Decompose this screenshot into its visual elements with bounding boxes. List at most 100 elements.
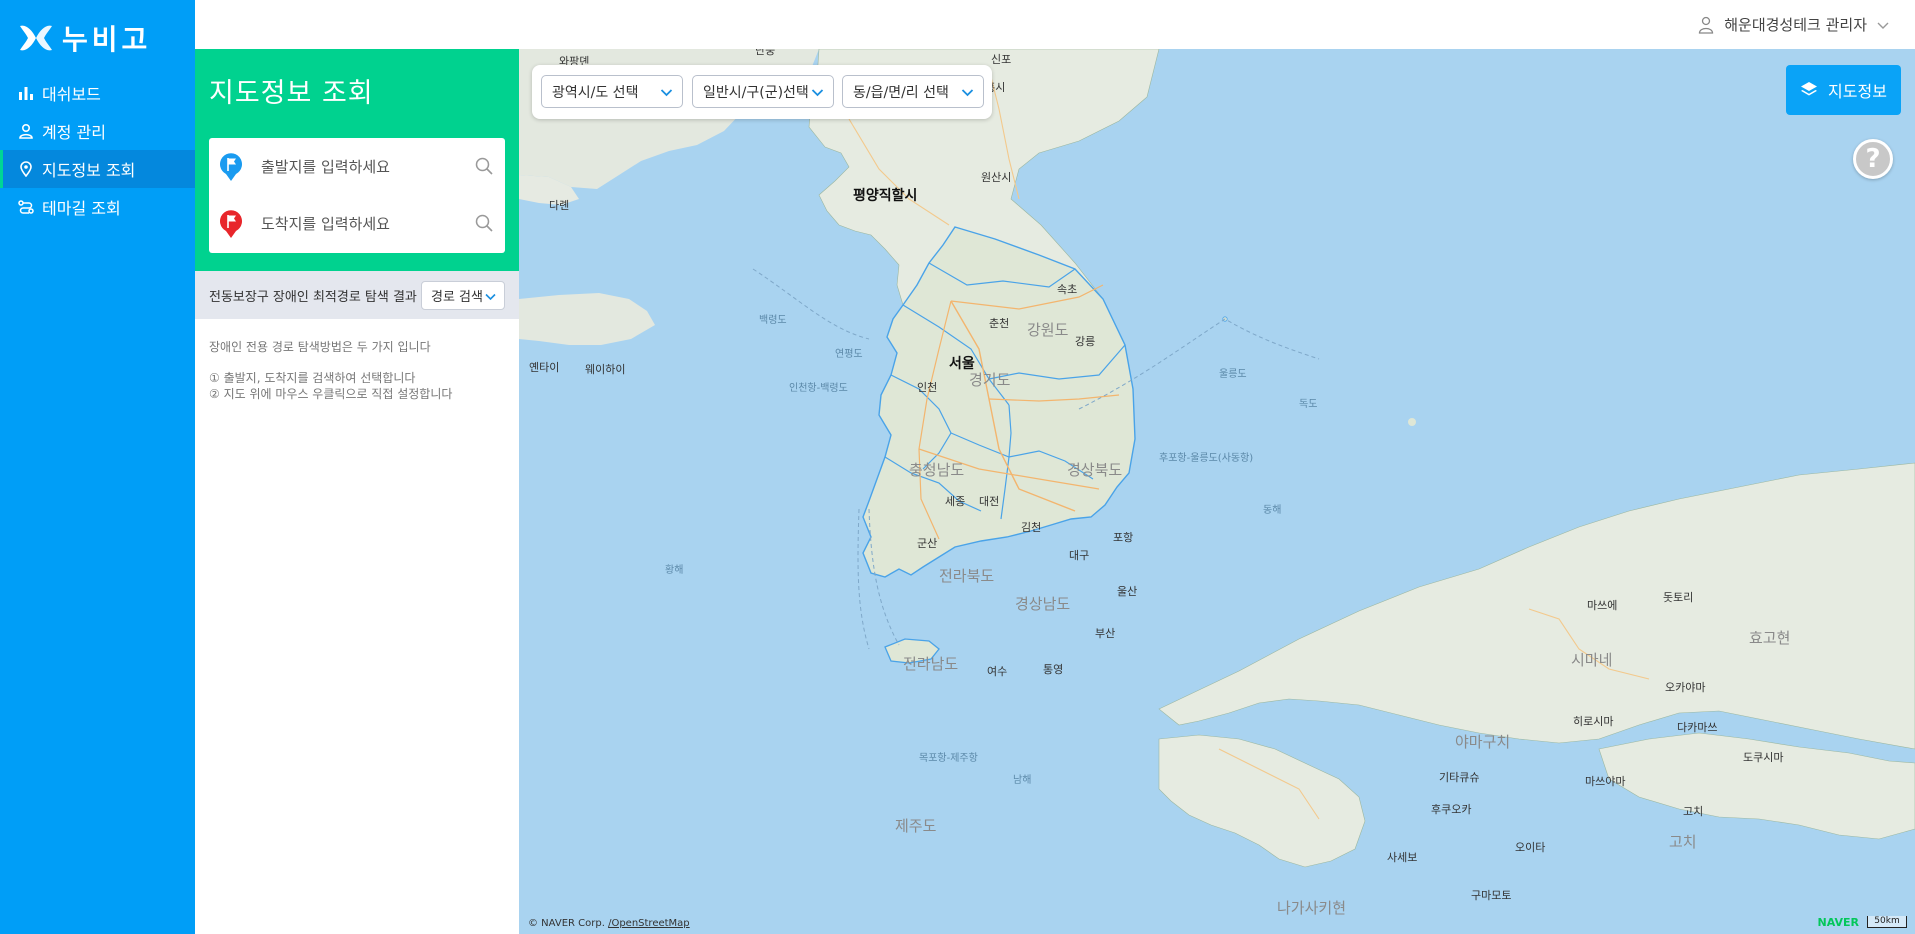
chevron-down-icon [485,293,496,301]
panel-header: 지도정보 조회 출발지를 입력하세요 도착지를 입력하세요 [195,49,519,271]
sidebar: 누비고 대쉬보드 계정 관리 지도정보 조회 테마길 조회 [0,0,195,934]
city-select[interactable]: 일반시/구(군)선택 [692,75,834,108]
town-select[interactable]: 동/읍/면/리 선택 [842,75,984,108]
map-label-matsue: 마쓰에 [1587,599,1618,612]
map-label-ulleung: 울릉도 [1219,369,1247,380]
user-icon [18,123,34,139]
attribution-corp: © NAVER Corp. [528,918,605,929]
map-label-jeonbuk: 전라북도 [939,567,995,585]
brand-name: 누비고 [62,23,152,56]
map-label-seaway-a: 인천항-백령도 [789,383,848,394]
guide-step-1: ① 출발지, 도착지를 검색하여 선택합니다 [209,371,416,385]
map-canvas[interactable] [519,49,1915,934]
map-label-incheon: 인천 [917,381,938,394]
origin-input[interactable]: 출발지를 입력하세요 [209,138,505,195]
nav-item-theme-route[interactable]: 테마길 조회 [0,188,195,226]
destination-input[interactable]: 도착지를 입력하세요 [209,195,505,252]
map-info-button[interactable]: 지도정보 [1786,65,1901,115]
map-label-dokdo: 독도 [1299,399,1318,410]
logo-icon [20,25,52,51]
map-label-east-sea: 동해 [1263,505,1282,516]
map-label-fukuoka: 후쿠오카 [1431,803,1472,816]
map-label-pohang: 포항 [1113,531,1134,544]
page-title: 지도정보 조회 [209,78,374,109]
map-label-daejeon: 대전 [979,495,1000,508]
map-label-gangwon: 강원도 [1027,321,1069,339]
map-label-takamatsu: 다카마쓰 [1677,721,1718,734]
map-label-tottori: 돗토리 [1663,591,1694,604]
origin-placeholder: 출발지를 입력하세요 [261,158,390,176]
question-mark-icon: ? [1865,144,1881,174]
map-label-gangneung: 강릉 [1075,335,1096,348]
chevron-down-icon [1877,22,1889,29]
map-label-sinpo: 신포 [991,53,1012,66]
map-label-wonsan: 원산시 [981,171,1012,184]
region-filter-bar: 광역시/도 선택 일반시/구(군)선택 동/읍/면/리 선택 [532,65,992,119]
map-scale: 50km [1867,916,1907,928]
result-bar: 전동보장구 장애인 최적경로 탐색 결과 경로 검색 [195,271,519,319]
map-label-sasebo: 사세보 [1387,851,1418,864]
map-label-shimane: 시마네 [1571,651,1613,669]
map-label-chungnam: 충청남도 [909,461,965,479]
map-label-gyeongnam: 경상남도 [1015,595,1071,613]
map-label-yamaguchi: 야마구치 [1455,733,1511,751]
map-label-baengnyeong: 백령도 [759,315,787,326]
search-icon[interactable] [475,214,493,232]
map-label-yeonpyeong: 연평도 [835,349,863,360]
route-search-select[interactable]: 경로 검색 [421,281,505,310]
map-label-busan: 부산 [1095,627,1116,640]
route-search-label: 경로 검색 [431,290,483,305]
province-select[interactable]: 광역시/도 선택 [541,75,683,108]
nav-item-accounts[interactable]: 계정 관리 [0,112,195,150]
nav-item-dashboard[interactable]: 대쉬보드 [0,74,195,112]
chevron-down-icon [660,89,673,97]
province-select-value: 광역시/도 선택 [552,84,639,101]
map-label-kitakyushu: 기타큐슈 [1439,771,1480,784]
map-label-daegu: 대구 [1069,549,1090,562]
guide-step-2: ② 지도 위에 마우스 우클릭으로 직접 설정합니다 [209,387,453,401]
map-label-yellow-sea: 황해 [665,565,684,576]
user-menu[interactable]: 해운대경성테크 관리자 [1698,14,1889,35]
guide-title: 장애인 전용 경로 탐색방법은 두 가지 입니다 [209,340,431,354]
map-label-gyeongbuk: 경상북도 [1067,461,1123,479]
map-label-gunsan: 군산 [917,537,938,550]
map-info-label: 지도정보 [1828,82,1887,101]
nav-item-map-info[interactable]: 지도정보 조회 [0,150,195,188]
guide-text: 장애인 전용 경로 탐색방법은 두 가지 입니다 ① 출발지, 도착지를 검색하… [195,319,519,422]
layers-icon [1801,82,1818,96]
bar-chart-icon [18,85,34,101]
map-label-kumamoto: 구마모토 [1471,889,1512,902]
map-label-gyeonggi: 경기도 [969,371,1011,389]
map-label-jeju: 제주도 [895,817,937,835]
top-header: 해운대경성테크 관리자 [195,0,1915,49]
nav-item-label: 계정 관리 [42,123,106,142]
map-label-seaway-b: 목포항-제주항 [919,753,978,764]
help-button[interactable]: ? [1853,139,1893,179]
route-panel: 지도정보 조회 출발지를 입력하세요 도착지를 입력하세요 전동보장구 장애인 … [195,49,519,934]
map-label-dandong: 단둥 [755,49,776,57]
destination-flag-icon [220,209,242,238]
chevron-down-icon [961,89,974,97]
map-label-gimcheon: 김천 [1021,521,1042,534]
route-input-box: 출발지를 입력하세요 도착지를 입력하세요 [209,138,505,253]
origin-flag-icon [220,152,242,181]
map-label-matsuyama: 마쓰야마 [1585,775,1626,788]
provider-logo: NAVER [1817,916,1859,929]
nav-item-label: 지도정보 조회 [42,161,136,180]
map-label-nagasaki: 나가사키현 [1277,899,1347,917]
map-view[interactable]: 단둥 와팡뎬 다롄 평양직할시 신포 함흥시 원산시 속초 춘천 강원도 강릉 … [519,49,1915,934]
map-label-dalian: 다롄 [549,199,570,212]
search-icon[interactable] [475,157,493,175]
attribution-osm-link[interactable]: /OpenStreetMap [608,918,690,929]
map-label-weihai: 웨이하이 [585,363,626,376]
map-label-sokcho: 속초 [1057,283,1078,296]
map-attribution: © NAVER Corp. /OpenStreetMap [528,918,690,929]
map-label-south-sea: 남해 [1013,775,1032,786]
map-label-yantai: 옌타이 [529,361,560,374]
map-label-okayama: 오카야마 [1665,681,1706,694]
nav-item-label: 테마길 조회 [42,199,121,218]
destination-placeholder: 도착지를 입력하세요 [261,215,390,233]
map-label-chuncheon: 춘천 [989,317,1010,330]
map-label-sejong: 세종 [945,495,966,508]
brand-logo[interactable]: 누비고 [18,18,151,58]
